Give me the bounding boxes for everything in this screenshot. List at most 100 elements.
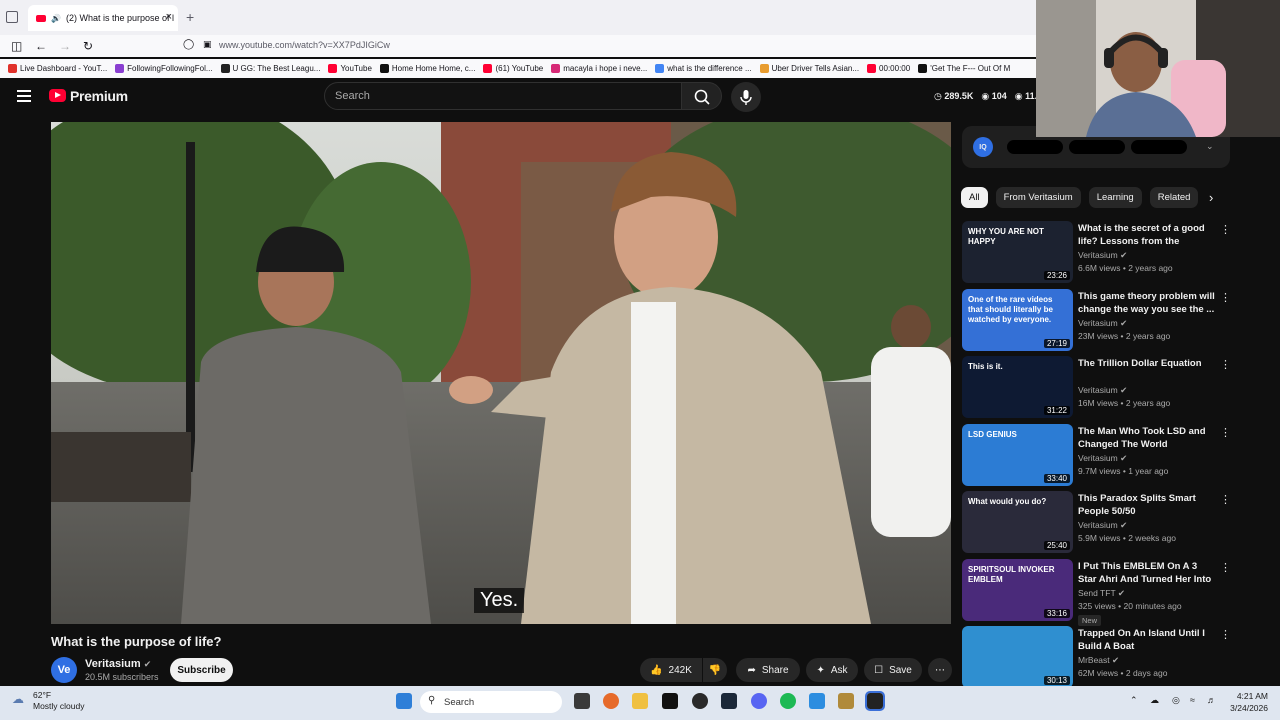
recommendation-item[interactable]: This is it. 31:22 The Trillion Dollar Equa… <box>962 356 1232 418</box>
bookmark-item[interactable]: (61) YouTube <box>483 64 543 73</box>
extension-pill-2[interactable] <box>1069 140 1125 154</box>
league-icon[interactable] <box>838 693 854 709</box>
recommendation-title[interactable]: What is the secret of a good life? Lesso… <box>1078 222 1216 248</box>
more-vertical-icon[interactable]: ⋮ <box>1220 223 1231 236</box>
video-thumbnail[interactable]: LSD GENIUS 33:40 <box>962 423 1073 486</box>
video-thumbnail[interactable]: WHY YOU ARE NOT HAPPY 23:26 <box>962 221 1073 283</box>
weather-condition[interactable]: Mostly cloudy <box>33 701 85 711</box>
video-thumbnail[interactable]: One of the rare videos that should liter… <box>962 288 1073 351</box>
app-icon[interactable] <box>809 693 825 709</box>
recommendation-channel[interactable]: Send TFT ✔ <box>1078 588 1125 599</box>
more-vertical-icon[interactable]: ⋮ <box>1220 493 1231 506</box>
lock-icon[interactable]: ▣ <box>203 39 212 50</box>
chevron-right-icon[interactable]: › <box>1209 190 1213 205</box>
recommendation-channel[interactable]: MrBeast ✔ <box>1078 655 1119 666</box>
obs-icon[interactable] <box>692 693 708 709</box>
hamburger-menu-icon[interactable] <box>17 90 31 102</box>
sidebar-toggle-icon[interactable]: ◫ <box>11 39 22 53</box>
discord-icon[interactable] <box>751 693 767 709</box>
save-button[interactable]: ☐ Save <box>864 658 922 682</box>
subscribe-button[interactable]: Subscribe <box>170 658 233 682</box>
video-thumbnail[interactable]: 30:13 <box>962 626 1073 688</box>
recommendation-title[interactable]: The Trillion Dollar Equation <box>1078 357 1216 370</box>
recommendation-title[interactable]: This game theory problem will change the… <box>1078 290 1216 316</box>
recommendation-channel[interactable]: Veritasium ✔ <box>1078 385 1127 396</box>
recommendation-channel[interactable]: Veritasium ✔ <box>1078 520 1127 531</box>
bookmark-item[interactable]: 00:00:00 <box>867 64 910 73</box>
channel-name[interactable]: Veritasium ✔ <box>85 658 151 670</box>
chevron-down-icon[interactable]: ⌄ <box>1206 141 1214 152</box>
video-player[interactable] <box>51 122 951 624</box>
spotify-icon[interactable] <box>780 693 796 709</box>
microphone-icon[interactable]: ◎ <box>1172 695 1180 706</box>
close-tab-icon[interactable]: × <box>166 11 172 23</box>
recommendation-channel[interactable]: Veritasium ✔ <box>1078 453 1127 464</box>
voice-search-button[interactable] <box>731 82 761 112</box>
extension-pill-3[interactable] <box>1131 140 1187 154</box>
reload-icon[interactable]: ↻ <box>83 39 93 53</box>
recommendation-item[interactable]: 30:13 Trapped On An Island Until I Build … <box>962 626 1232 688</box>
bookmark-item[interactable]: YouTube <box>328 64 372 73</box>
video-thumbnail[interactable]: What would you do? 25:40 <box>962 491 1073 553</box>
filter-chip[interactable]: All <box>961 187 988 208</box>
volume-icon[interactable]: ♬ <box>1207 695 1216 705</box>
steam-icon[interactable] <box>721 693 737 709</box>
bookmark-item[interactable]: Live Dashboard - YouT... <box>8 64 107 73</box>
filter-chip[interactable]: Related <box>1149 187 1199 208</box>
windows-start-icon[interactable] <box>396 693 412 709</box>
audio-icon[interactable]: 🔊 <box>51 14 61 23</box>
recommendation-channel[interactable]: Veritasium ✔ <box>1078 318 1127 329</box>
more-vertical-icon[interactable]: ⋮ <box>1220 291 1231 304</box>
recommendation-item[interactable]: What would you do? 25:40 This Paradox Spli… <box>962 491 1232 553</box>
bookmark-item[interactable]: 'Get The F--- Out Of M <box>918 64 1010 73</box>
tracking-shield-icon[interactable]: ◯ <box>183 39 194 50</box>
video-thumbnail[interactable]: This is it. 31:22 <box>962 356 1073 418</box>
like-button[interactable]: 👍 242K <box>640 658 702 682</box>
bookmark-item[interactable]: what is the difference ... <box>655 64 752 73</box>
file-explorer-icon[interactable] <box>632 693 648 709</box>
more-actions-button[interactable]: ⋯ <box>928 658 952 682</box>
recommendation-channel[interactable]: Veritasium ✔ <box>1078 250 1127 261</box>
recommendation-title[interactable]: I Put This EMBLEM On A 3 Star Ahri And T… <box>1078 560 1216 586</box>
new-tab-button[interactable]: + <box>186 9 194 25</box>
weather-icon[interactable]: ☁ <box>12 692 24 706</box>
recommendation-title[interactable]: The Man Who Took LSD and Changed The Wor… <box>1078 425 1216 451</box>
bookmark-item[interactable]: U GG: The Best Leagu... <box>220 64 320 73</box>
search-button[interactable] <box>681 82 722 110</box>
bookmark-item[interactable]: Uber Driver Tells Asian... <box>759 64 859 73</box>
weather-temperature[interactable]: 62°F <box>33 690 51 700</box>
bookmark-item[interactable]: FollowingFollowingFol... <box>115 64 213 73</box>
search-input[interactable]: Search <box>324 82 682 110</box>
task-view-icon[interactable] <box>574 693 590 709</box>
channel-avatar[interactable]: Ve <box>51 657 77 683</box>
dislike-button[interactable]: 👎 <box>703 658 727 682</box>
extension-logo-icon[interactable]: IQ <box>973 137 993 157</box>
network-icon[interactable]: ☁ <box>1150 695 1159 706</box>
wifi-icon[interactable]: ≈ <box>1190 695 1195 705</box>
premium-brand[interactable]: Premium <box>70 88 128 104</box>
video-thumbnail[interactable]: SPIRITSOUL INVOKER EMBLEM 33:16 <box>962 558 1073 621</box>
more-vertical-icon[interactable]: ⋮ <box>1220 561 1231 574</box>
filter-chip[interactable]: Learning <box>1088 187 1142 208</box>
firefox-icon[interactable] <box>603 693 619 709</box>
notion-icon[interactable] <box>865 691 885 711</box>
taskbar-time[interactable]: 4:21 AM <box>1230 691 1268 701</box>
tab-list-icon[interactable] <box>6 11 18 23</box>
recommendation-title[interactable]: This Paradox Splits Smart People 50/50 <box>1078 492 1216 518</box>
bookmark-item[interactable]: macayla i hope i neve... <box>551 64 647 73</box>
bookmark-item[interactable]: Home Home Home, c... <box>379 64 475 73</box>
filter-chip[interactable]: From Veritasium <box>995 187 1081 208</box>
more-vertical-icon[interactable]: ⋮ <box>1220 358 1231 371</box>
more-vertical-icon[interactable]: ⋮ <box>1220 426 1231 439</box>
youtube-logo-icon[interactable] <box>49 89 66 102</box>
more-vertical-icon[interactable]: ⋮ <box>1220 628 1231 641</box>
ask-button[interactable]: ✦ Ask <box>806 658 858 682</box>
recommendation-item[interactable]: SPIRITSOUL INVOKER EMBLEM 33:16 I Put This… <box>962 558 1232 626</box>
browser-tab-active[interactable]: 🔊 (2) What is the purpose of l × <box>28 5 178 31</box>
forward-icon[interactable]: → <box>59 39 71 53</box>
back-icon[interactable]: ← <box>35 39 47 53</box>
taskbar-search[interactable]: ⚲ Search <box>420 691 562 713</box>
taskbar-date[interactable]: 3/24/2026 <box>1220 703 1268 713</box>
extension-pill-1[interactable] <box>1007 140 1063 154</box>
share-button[interactable]: ➦ Share <box>736 658 800 682</box>
